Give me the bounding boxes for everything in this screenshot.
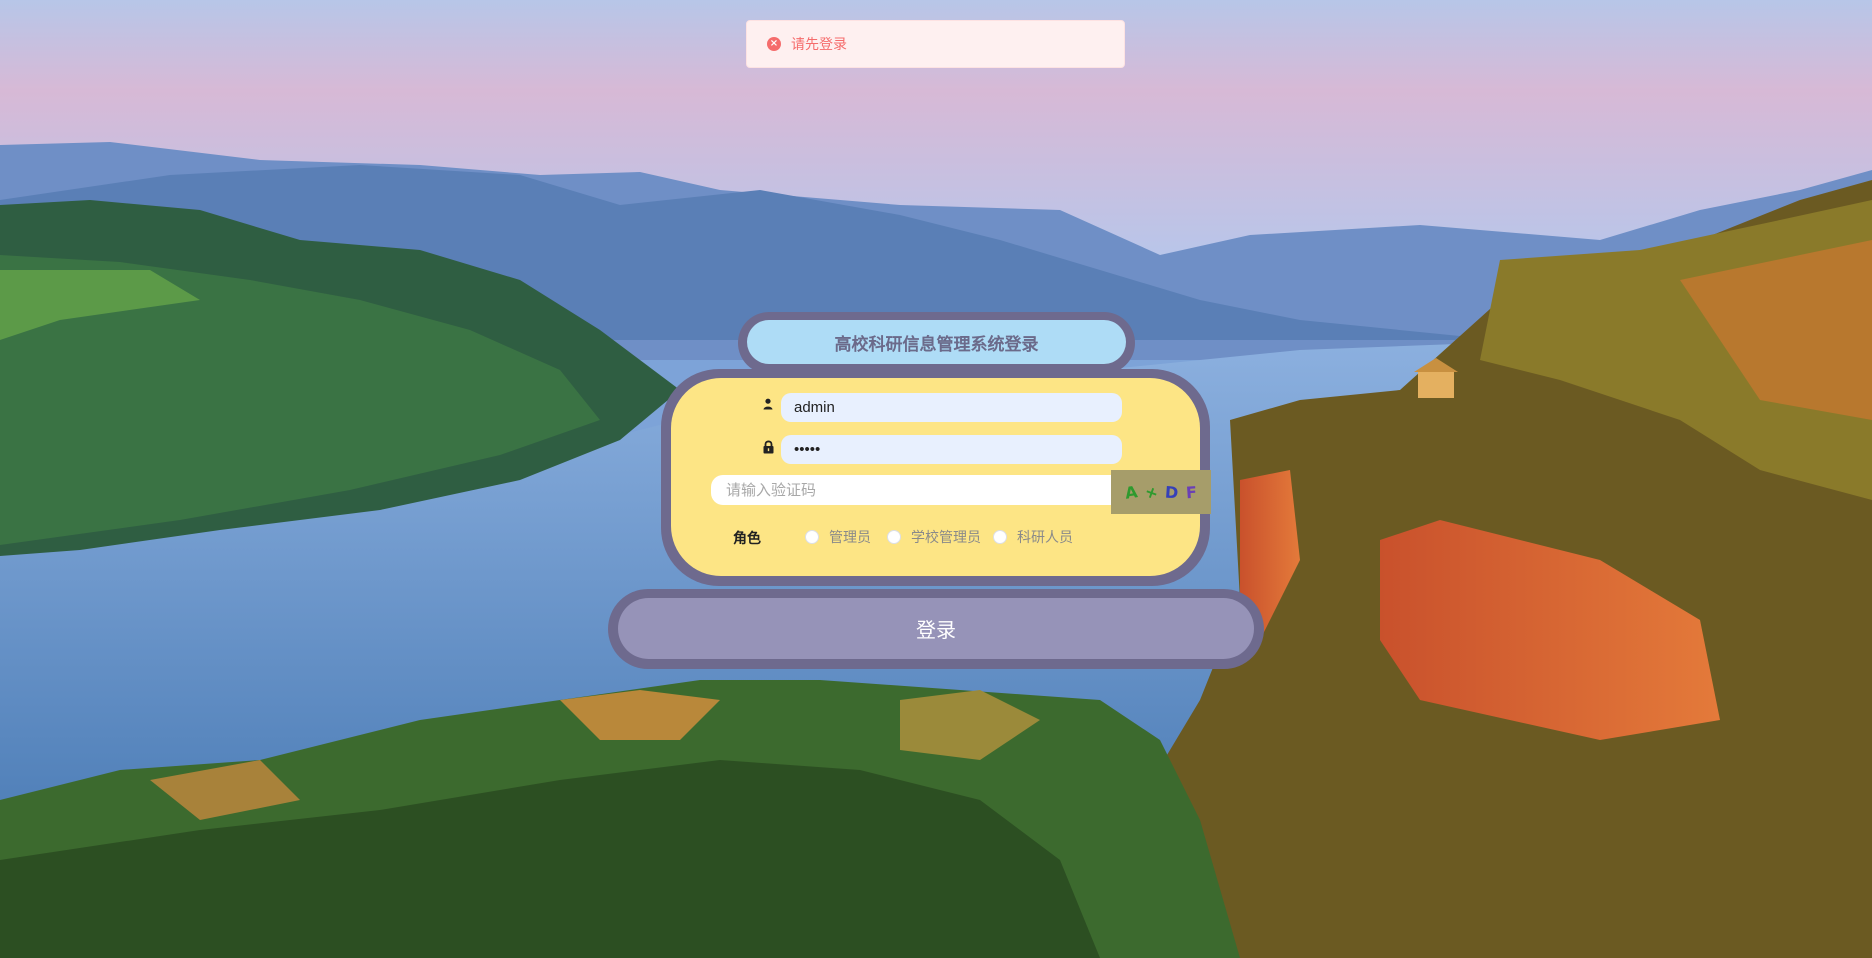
role-option-label: 科研人员 bbox=[1017, 529, 1073, 545]
captcha-char: A bbox=[1124, 481, 1140, 503]
captcha-char: D bbox=[1164, 482, 1180, 502]
login-form: A + D F 角色 管理员 学校管理员 科研人员 bbox=[671, 378, 1211, 576]
captcha-char: F bbox=[1184, 482, 1198, 502]
login-button-frame: 登录 bbox=[608, 589, 1264, 669]
user-icon bbox=[763, 398, 773, 413]
captcha-image[interactable]: A + D F bbox=[1111, 470, 1211, 514]
role-option-school-admin[interactable]: 学校管理员 bbox=[887, 527, 981, 547]
close-circle-icon: × bbox=[767, 37, 781, 51]
radio-button[interactable] bbox=[887, 530, 901, 544]
radio-button[interactable] bbox=[993, 530, 1007, 544]
login-page: × 请先登录 高校科研信息管理系统登录 admin ••••• 请输入验证码 A… bbox=[0, 0, 1872, 958]
username-input[interactable] bbox=[781, 393, 1122, 422]
lock-icon bbox=[763, 440, 774, 457]
radio-button[interactable] bbox=[805, 530, 819, 544]
error-toast: × 请先登录 bbox=[746, 20, 1125, 68]
captcha-char: + bbox=[1142, 480, 1162, 504]
captcha-input[interactable] bbox=[711, 475, 1114, 505]
role-label: 角色 bbox=[733, 530, 761, 546]
role-option-label: 管理员 bbox=[829, 529, 871, 545]
role-option-label: 学校管理员 bbox=[911, 529, 981, 545]
password-input[interactable] bbox=[781, 435, 1122, 464]
login-button[interactable]: 登录 bbox=[618, 598, 1254, 659]
login-title: 高校科研信息管理系统登录 bbox=[747, 320, 1126, 364]
toast-message: 请先登录 bbox=[791, 36, 847, 52]
login-title-frame: 高校科研信息管理系统登录 bbox=[738, 312, 1135, 374]
role-option-admin[interactable]: 管理员 bbox=[805, 527, 871, 547]
role-option-researcher[interactable]: 科研人员 bbox=[993, 527, 1073, 547]
login-form-frame: A + D F 角色 管理员 学校管理员 科研人员 bbox=[661, 369, 1211, 586]
